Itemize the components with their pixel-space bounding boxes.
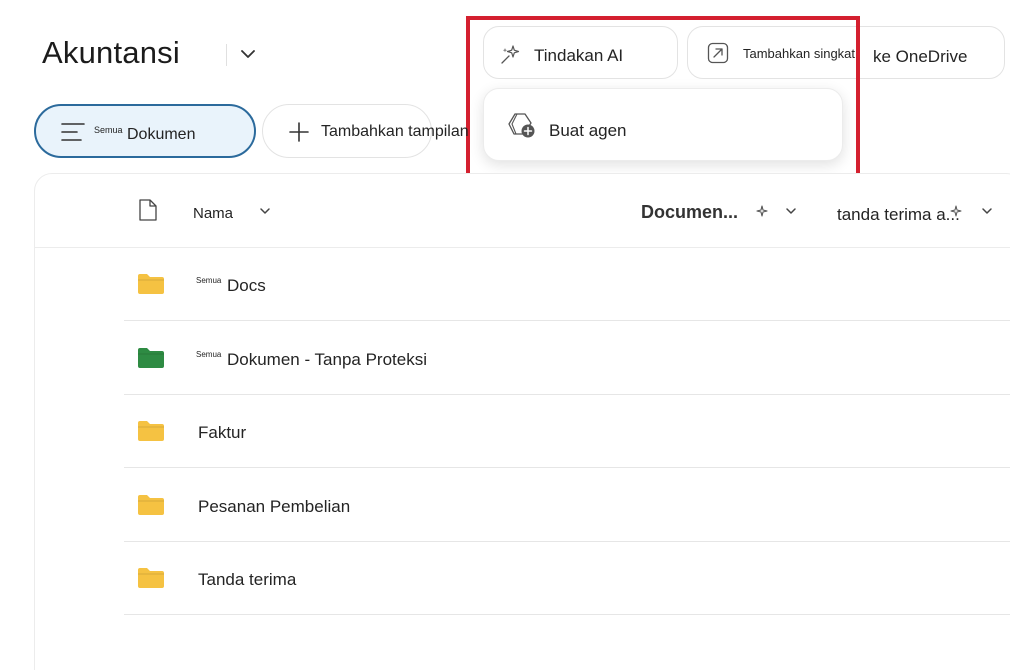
page-title: Akuntansi (42, 35, 180, 70)
sparkle-icon (950, 205, 962, 217)
folder-icon (138, 495, 164, 515)
sparkle-icon (756, 205, 768, 217)
list-item[interactable]: Semua Docs (124, 248, 1010, 321)
list-item-name: Faktur (198, 423, 247, 442)
list-item-name: Docs (227, 276, 266, 295)
view-selector-all-documents[interactable]: Semua Dokumen (34, 104, 256, 158)
view-prefix: Semua (94, 125, 123, 135)
sparkle-icon (501, 45, 520, 64)
add-view-label: Tambahkan tampilan (321, 123, 469, 140)
add-shortcut-label: Tambahkan singkat (743, 46, 856, 61)
ai-actions-button[interactable]: Tindakan AI (483, 26, 678, 79)
list-item-prefix: Semua (196, 276, 222, 285)
chevron-down-icon[interactable] (238, 44, 258, 64)
list-item-prefix: Semua (196, 350, 222, 359)
column-header-name[interactable]: Nama (193, 205, 233, 222)
list-item[interactable]: Tanda terima (124, 542, 1010, 615)
ai-actions-label: Tindakan AI (534, 46, 624, 65)
title-divider (226, 44, 227, 66)
view-label: Dokumen (127, 126, 196, 143)
folder-icon (138, 274, 164, 294)
folder-icon (138, 421, 164, 441)
to-onedrive-label: ke OneDrive (873, 47, 968, 66)
chevron-down-icon[interactable] (258, 204, 272, 218)
create-agent-label: Buat agen (549, 121, 627, 140)
folder-icon (138, 568, 164, 588)
list-item-name: Pesanan Pembelian (198, 497, 351, 516)
column-header-receipt[interactable]: tanda terima a... (837, 205, 960, 225)
shortcut-arrow-icon (707, 42, 729, 64)
plus-icon (289, 122, 309, 142)
folder-icon (138, 348, 164, 368)
create-agent-menu-item[interactable]: Buat agen (484, 89, 842, 160)
list-item[interactable]: Semua Dokumen - Tanpa Proteksi (124, 322, 1010, 395)
list-item[interactable]: Faktur (124, 395, 1010, 468)
file-type-icon (139, 199, 157, 221)
list-view-icon (61, 123, 85, 141)
list-item-name: Dokumen - Tanpa Proteksi (227, 350, 428, 369)
column-header-document[interactable]: Documen... (641, 202, 738, 223)
chevron-down-icon[interactable] (980, 204, 994, 218)
agent-add-icon (508, 113, 535, 138)
list-item[interactable]: Pesanan Pembelian (124, 469, 1010, 542)
chevron-down-icon[interactable] (784, 204, 798, 218)
list-item-name: Tanda terima (198, 570, 297, 589)
add-shortcut-button[interactable]: Tambahkan singkat ke OneDrive (687, 26, 1005, 79)
ai-actions-menu: Buat agen (483, 88, 843, 161)
add-view-button[interactable]: Tambahkan tampilan (262, 104, 469, 158)
